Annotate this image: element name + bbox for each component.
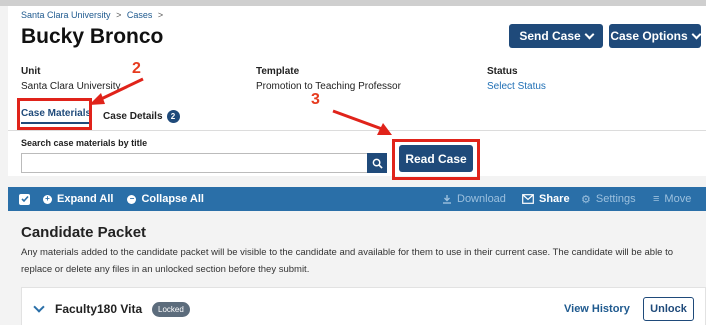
unlock-button[interactable]: Unlock <box>643 297 694 321</box>
minus-circle-icon: − <box>127 194 137 204</box>
download-icon <box>443 195 451 204</box>
template-label: Template <box>256 66 300 77</box>
select-all-checkbox[interactable] <box>19 193 30 205</box>
tab-case-details[interactable]: Case Details 2 <box>103 109 180 123</box>
tab-case-details-label: Case Details <box>103 110 163 122</box>
move-button[interactable]: ≡ Move <box>653 193 691 205</box>
view-history-link[interactable]: View History <box>564 303 630 315</box>
select-status-link[interactable]: Select Status <box>487 81 546 92</box>
breadcrumb-separator: > <box>116 10 122 20</box>
move-label: Move <box>664 193 692 205</box>
status-label: Status <box>487 66 518 77</box>
list-icon: ≡ <box>653 193 660 205</box>
locked-badge: Locked <box>152 302 190 317</box>
page-title: Bucky Bronco <box>21 25 164 48</box>
chevron-down-icon <box>691 29 702 40</box>
count-badge: 2 <box>166 109 180 123</box>
breadcrumb: Santa Clara University > Cases > <box>21 10 166 20</box>
materials-toolbar: + Expand All − Collapse All Download Sha… <box>8 187 706 211</box>
annotation-number-3: 3 <box>311 91 320 108</box>
annotation-arrow-2 <box>89 77 144 105</box>
unit-label: Unit <box>21 66 41 77</box>
annotation-arrow-3 <box>332 109 392 135</box>
check-icon <box>20 195 29 203</box>
expand-all-button[interactable]: + Expand All <box>43 193 113 205</box>
breadcrumb-cases[interactable]: Cases <box>127 10 153 20</box>
share-button[interactable]: Share <box>522 193 570 205</box>
download-button[interactable]: Download <box>442 193 506 205</box>
search-button[interactable] <box>367 153 387 173</box>
panel-title[interactable]: Faculty180 Vita <box>55 302 142 316</box>
settings-button[interactable]: ⚙ Settings <box>581 193 636 206</box>
case-options-button[interactable]: Case Options <box>609 24 702 48</box>
search-input[interactable] <box>21 153 367 173</box>
collapse-all-label: Collapse All <box>141 193 204 205</box>
share-label: Share <box>539 193 570 205</box>
breadcrumb-university[interactable]: Santa Clara University <box>21 10 111 20</box>
envelope-icon <box>522 194 534 204</box>
search-icon <box>372 158 383 169</box>
plus-circle-icon: + <box>43 194 52 204</box>
download-label: Download <box>457 193 506 205</box>
chevron-down-icon <box>584 29 595 40</box>
annotation-box-case-materials <box>17 98 92 130</box>
template-value: Promotion to Teaching Professor <box>256 81 401 92</box>
expand-all-label: Expand All <box>57 193 114 205</box>
faculty180-vita-panel: Faculty180 Vita Locked View History Unlo… <box>21 287 706 325</box>
read-case-button[interactable]: Read Case <box>399 145 473 172</box>
chevron-down-icon[interactable] <box>33 301 45 313</box>
section-title: Candidate Packet <box>21 224 147 241</box>
section-description: Any materials added to the candidate pac… <box>21 247 674 275</box>
send-case-button[interactable]: Send Case <box>509 24 603 48</box>
settings-label: Settings <box>595 193 636 205</box>
gear-icon: ⚙ <box>581 193 591 206</box>
breadcrumb-separator: > <box>157 10 164 20</box>
search-label: Search case materials by title <box>21 138 148 148</box>
send-case-label: Send Case <box>519 29 581 43</box>
case-options-label: Case Options <box>610 29 688 43</box>
collapse-all-button[interactable]: − Collapse All <box>127 193 204 205</box>
